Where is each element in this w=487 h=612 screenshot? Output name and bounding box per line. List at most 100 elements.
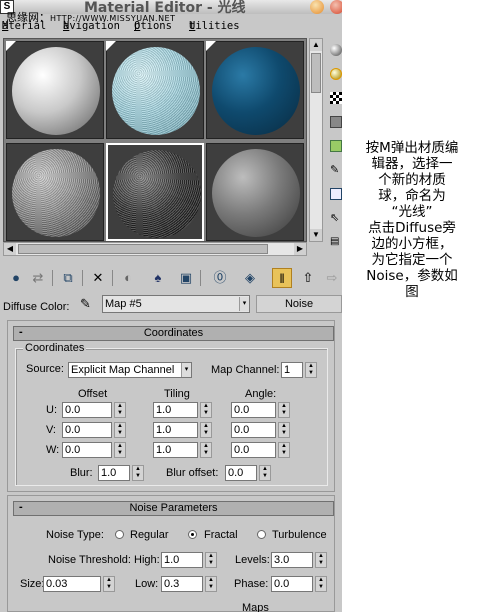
noise-type-radio-fractal[interactable]: [188, 530, 197, 539]
make-unique-icon[interactable]: ♠: [148, 268, 168, 288]
collapse-icon: -: [19, 501, 23, 513]
sample-type-icon[interactable]: [330, 44, 342, 56]
material-navigator-icon[interactable]: ▤: [330, 236, 342, 248]
blur-spinner[interactable]: ▲ ▼: [132, 465, 144, 481]
tiling-field[interactable]: 1.0: [153, 422, 198, 438]
levels-label: Levels:: [235, 554, 270, 566]
tutorial-note: 按M弹出材质编 辑器，选择一 个新的材质 球，命名为 “光线” 点击Diffuse旁 边的小…: [352, 140, 472, 300]
map-channel-spinner[interactable]: ▲ ▼: [305, 362, 317, 378]
offset-spinner[interactable]: ▲ ▼: [114, 402, 126, 418]
side-toolbar: ✎ ⇖ ▤: [328, 38, 342, 298]
note-line: 球，命名为: [378, 188, 446, 204]
offset-field[interactable]: 0.0: [62, 402, 112, 418]
tiling-column-header: Tiling: [164, 388, 190, 400]
go-forward-to-sibling-icon[interactable]: ⇨: [322, 268, 342, 288]
noise-parameters-rollout-header[interactable]: - Noise Parameters: [13, 501, 334, 516]
chevron-down-icon[interactable]: ▾: [239, 297, 249, 311]
sample-slot[interactable]: [206, 143, 304, 241]
levels-spinner[interactable]: ▲ ▼: [315, 552, 327, 568]
options-icon[interactable]: [330, 188, 342, 200]
sample-slot[interactable]: [106, 41, 204, 139]
blur-offset-spinner[interactable]: ▲ ▼: [259, 465, 271, 481]
angle-spinner[interactable]: ▲ ▼: [278, 442, 290, 458]
tiling-field[interactable]: 1.0: [153, 442, 198, 458]
scroll-up-icon[interactable]: ▲: [310, 39, 322, 51]
scroll-thumb[interactable]: [311, 53, 321, 93]
make-preview-icon[interactable]: ✎: [330, 164, 342, 176]
sample-slot[interactable]: [6, 41, 104, 139]
tiling-spinner[interactable]: ▲ ▼: [200, 402, 212, 418]
pick-material-eyedropper-icon[interactable]: ✎: [80, 296, 91, 312]
slots-vertical-scrollbar[interactable]: ▲ ▼: [309, 38, 323, 242]
scroll-down-icon[interactable]: ▼: [310, 229, 322, 241]
low-spinner[interactable]: ▲ ▼: [205, 576, 217, 592]
levels-field[interactable]: 3.0: [271, 552, 313, 568]
go-to-parent-icon[interactable]: ⇧: [298, 268, 318, 288]
show-map-in-viewport-icon[interactable]: ◈: [240, 268, 260, 288]
diffuse-row: Diffuse Color: ✎ Map #5 ▾ Noise: [0, 294, 342, 314]
show-end-result-icon[interactable]: ‖: [272, 268, 292, 288]
reset-map-icon[interactable]: ✕: [88, 268, 108, 288]
scroll-left-icon[interactable]: ◀: [4, 243, 16, 255]
sample-slots: [3, 38, 307, 242]
close-button[interactable]: [330, 0, 342, 14]
high-spinner[interactable]: ▲ ▼: [205, 552, 217, 568]
noise-type-radio-turbulence[interactable]: [257, 530, 266, 539]
tiling-spinner[interactable]: ▲ ▼: [200, 442, 212, 458]
coordinates-rollout-header[interactable]: - Coordinates: [13, 326, 334, 341]
low-field[interactable]: 0.3: [161, 576, 203, 592]
sample-slot[interactable]: [6, 143, 104, 241]
copy-material-icon[interactable]: ◐: [118, 268, 138, 288]
select-by-material-icon[interactable]: ⇖: [330, 212, 342, 224]
scroll-right-icon[interactable]: ▶: [294, 243, 306, 255]
get-material-icon[interactable]: ●: [6, 268, 26, 288]
offset-spinner[interactable]: ▲ ▼: [114, 442, 126, 458]
angle-spinner[interactable]: ▲ ▼: [278, 402, 290, 418]
offset-spinner[interactable]: ▲ ▼: [114, 422, 126, 438]
slots-horizontal-scrollbar[interactable]: ◀ ▶: [3, 242, 307, 256]
hscroll-thumb[interactable]: [18, 244, 268, 254]
phase-label: Phase:: [234, 578, 269, 590]
noise-threshold-label: Noise Threshold:: [48, 554, 131, 566]
blur-label: Blur:: [70, 467, 93, 479]
offset-field[interactable]: 0.0: [62, 422, 112, 438]
angle-spinner[interactable]: ▲ ▼: [278, 422, 290, 438]
noise-type-label: Noise Type:: [46, 529, 104, 541]
assign-material-icon[interactable]: ⧉: [58, 268, 78, 288]
tiling-field[interactable]: 1.0: [153, 402, 198, 418]
material-effects-channel-icon[interactable]: ⓪: [210, 268, 230, 288]
map-channel-field[interactable]: 1: [281, 362, 303, 378]
chevron-down-icon[interactable]: ▾: [181, 363, 191, 377]
noise-type-radio-regular[interactable]: [115, 530, 124, 539]
source-dropdown[interactable]: Explicit Map Channel ▾: [68, 362, 192, 378]
size-spinner[interactable]: ▲ ▼: [103, 576, 115, 592]
noise-type-label-regular: Regular: [130, 529, 169, 541]
sample-slot[interactable]: [206, 41, 304, 139]
video-check-icon[interactable]: [330, 140, 342, 152]
put-to-scene-icon[interactable]: ⇄: [28, 268, 48, 288]
size-field[interactable]: 0.03: [43, 576, 101, 592]
background-icon[interactable]: [330, 92, 342, 104]
phase-field[interactable]: 0.0: [271, 576, 313, 592]
map-type-button[interactable]: Noise: [256, 295, 342, 313]
high-field[interactable]: 1.0: [161, 552, 203, 568]
minimize-button[interactable]: [310, 0, 324, 14]
source-label: Source:: [26, 363, 64, 375]
angle-field[interactable]: 0.0: [231, 402, 276, 418]
put-to-library-icon[interactable]: ▣: [176, 268, 196, 288]
map-channel-label: Map Channel:: [211, 364, 280, 376]
diffuse-color-label: Diffuse Color:: [3, 301, 70, 313]
backlight-icon[interactable]: [330, 68, 342, 80]
phase-spinner[interactable]: ▲ ▼: [315, 576, 327, 592]
offset-field[interactable]: 0.0: [62, 442, 112, 458]
uv-tiling-icon[interactable]: [330, 116, 342, 128]
angle-field[interactable]: 0.0: [231, 442, 276, 458]
blur-field[interactable]: 1.0: [98, 465, 130, 481]
angle-field[interactable]: 0.0: [231, 422, 276, 438]
blur-offset-field[interactable]: 0.0: [225, 465, 257, 481]
map-name-field[interactable]: Map #5 ▾: [102, 295, 250, 313]
sample-slot[interactable]: [106, 143, 204, 241]
axis-label: V:: [46, 424, 56, 436]
offset-column-header: Offset: [78, 388, 108, 400]
tiling-spinner[interactable]: ▲ ▼: [200, 422, 212, 438]
